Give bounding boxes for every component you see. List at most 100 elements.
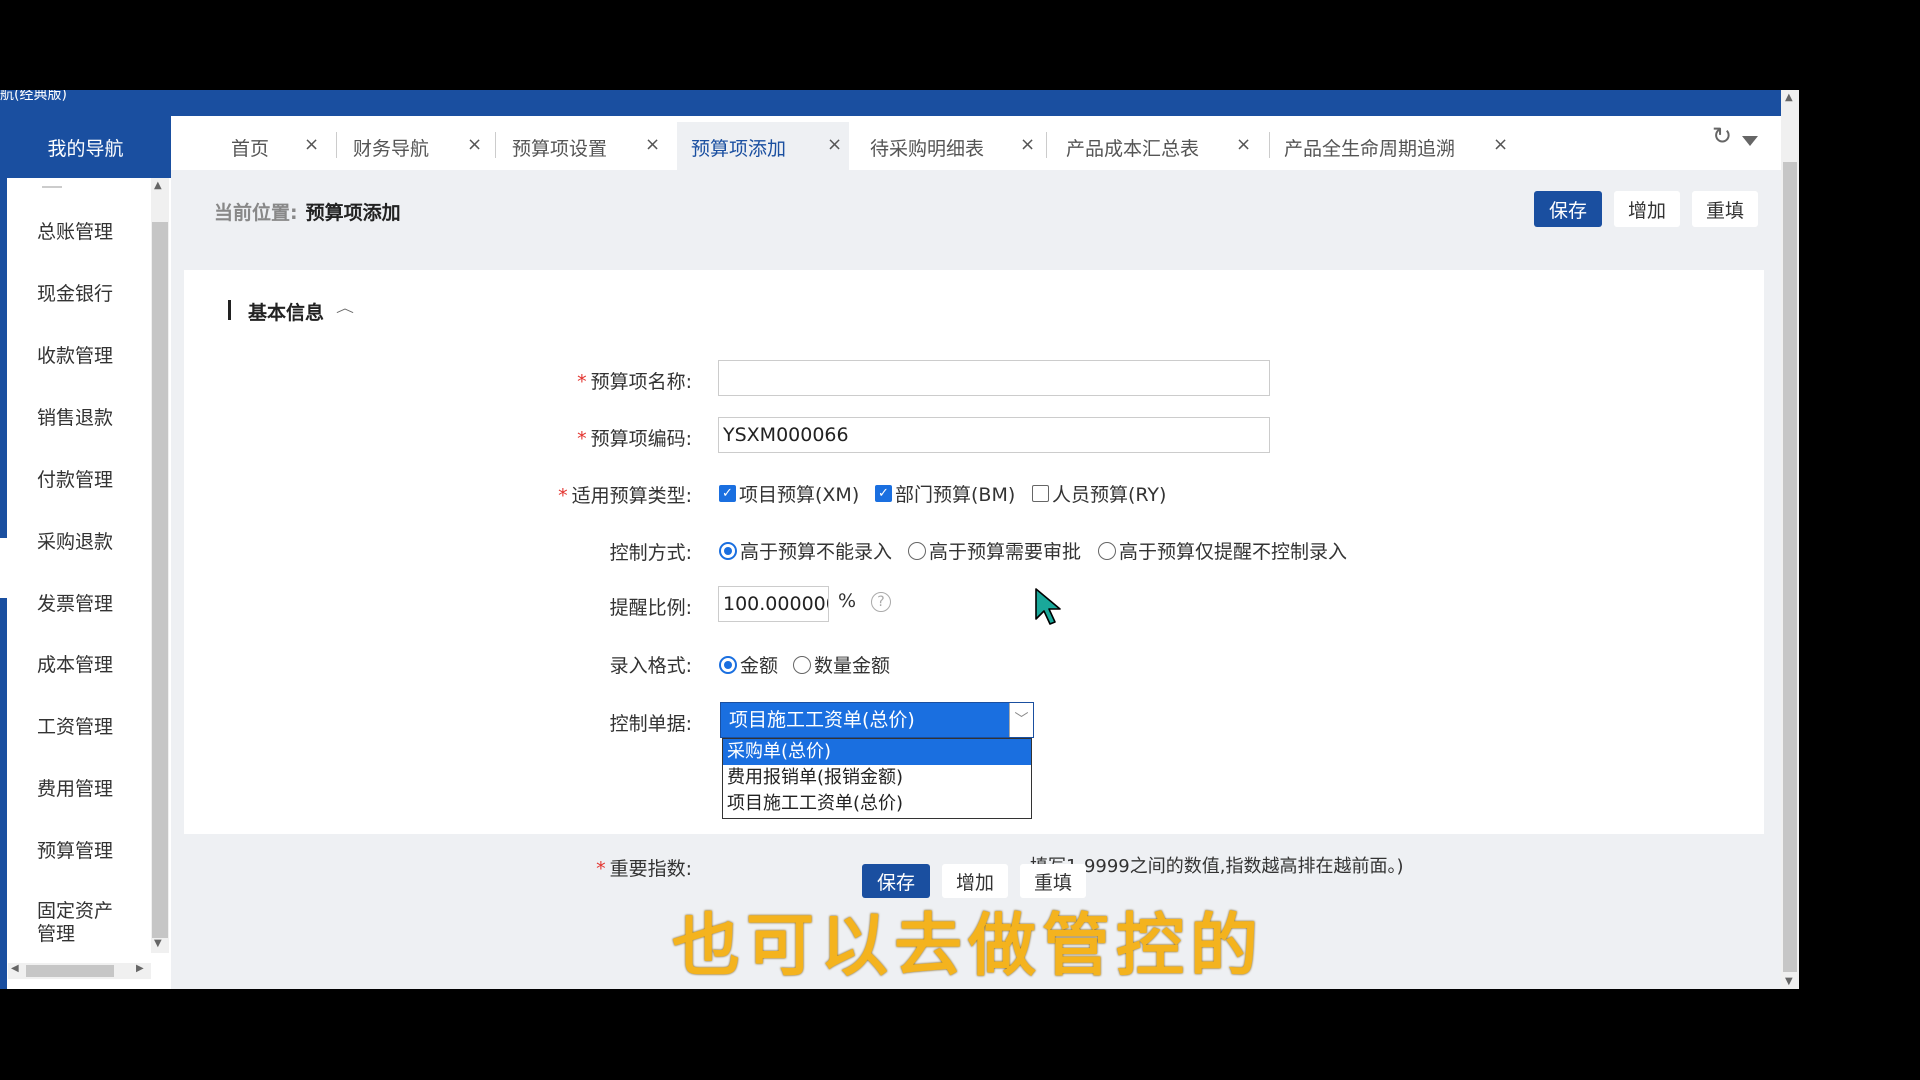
control-doc-dropdown-list: 采购单(总价) 费用报销单(报销金额) 项目施工工资单(总价) bbox=[722, 738, 1032, 819]
radio-selected-icon[interactable] bbox=[719, 655, 737, 674]
sidebar-item-sales-refund[interactable]: 销售退款 bbox=[37, 407, 147, 430]
tab-label: 首页 bbox=[231, 138, 270, 160]
field-label-text: 适用预算类型: bbox=[571, 485, 692, 507]
close-icon[interactable]: × bbox=[304, 134, 319, 155]
option-label: 高于预算需要审批 bbox=[929, 541, 1082, 563]
refresh-icon[interactable]: ↻ bbox=[1712, 122, 1732, 150]
checkbox-unchecked-icon[interactable] bbox=[1032, 485, 1049, 502]
scroll-right-icon[interactable]: ▶ bbox=[136, 963, 144, 974]
section-title: 基本信息 bbox=[248, 302, 325, 324]
sidebar-item-budget[interactable]: 预算管理 bbox=[37, 840, 147, 863]
sidebar-item-payroll[interactable]: 工资管理 bbox=[37, 716, 147, 739]
tab-home[interactable]: 首页 × bbox=[171, 122, 326, 170]
dropdown-option-expense[interactable]: 费用报销单(报销金额) bbox=[723, 765, 1031, 791]
breadcrumb-label: 当前位置: bbox=[214, 202, 298, 224]
option-label: 部门预算(BM) bbox=[895, 484, 1016, 506]
field-label-name: * 预算项名称: bbox=[432, 367, 692, 394]
checkbox-checked-icon[interactable]: ✓ bbox=[875, 485, 892, 502]
checkbox-project-budget[interactable]: ✓ 项目预算(XM) bbox=[719, 480, 859, 507]
remind-ratio-input[interactable]: 100.000000 bbox=[718, 586, 829, 622]
close-icon[interactable]: × bbox=[1020, 134, 1035, 155]
caret-down-icon[interactable] bbox=[1742, 136, 1758, 146]
checkbox-department-budget[interactable]: ✓ 部门预算(BM) bbox=[875, 480, 1015, 507]
importance-hint: 填写1-9999之间的数值,指数越高排在越前面。) bbox=[1030, 856, 1404, 877]
sidebar-item-invoices[interactable]: 发票管理 bbox=[37, 593, 147, 616]
close-icon[interactable]: × bbox=[827, 134, 842, 155]
required-marker: * bbox=[577, 371, 587, 393]
sidebar-item-cost[interactable]: 成本管理 bbox=[37, 654, 147, 677]
radio-format-qty-amount[interactable]: 数量金额 bbox=[793, 651, 890, 678]
tab-product-lifecycle[interactable]: 产品全生命周期追溯 × bbox=[1270, 122, 1510, 170]
required-marker: * bbox=[577, 428, 587, 450]
option-label: 项目预算(XM) bbox=[739, 484, 860, 506]
sidebar-item-cash-bank[interactable]: 现金银行 bbox=[37, 283, 147, 306]
sidebar-item-ledger[interactable]: 总账管理 bbox=[37, 221, 147, 244]
scroll-up-icon[interactable]: ▲ bbox=[1785, 92, 1793, 103]
tab-pending-purchase[interactable]: 待采购明细表 × bbox=[857, 122, 1037, 170]
tab-label: 财务导航 bbox=[353, 138, 430, 160]
dropdown-option-purchase[interactable]: 采购单(总价) bbox=[723, 739, 1031, 765]
field-label-text: 录入格式: bbox=[609, 655, 692, 677]
field-label-importance: * 重要指数: bbox=[432, 854, 692, 881]
checkbox-personnel-budget[interactable]: 人员预算(RY) bbox=[1032, 480, 1166, 507]
budget-code-input[interactable]: YSXM000066 bbox=[718, 417, 1270, 453]
sidebar-item-fixed-assets[interactable]: 固定资产管理 bbox=[37, 900, 127, 946]
radio-unselected-icon[interactable] bbox=[908, 541, 926, 560]
option-label: 人员预算(RY) bbox=[1052, 484, 1167, 506]
sidebar-hscroll-thumb[interactable] bbox=[26, 965, 114, 977]
sidebar-item-purchase-refund[interactable]: 采购退款 bbox=[37, 531, 147, 554]
select-value: 项目施工工资单(总价) bbox=[729, 709, 915, 731]
sidebar-vertical-scrollbar[interactable]: ▲ ▼ bbox=[151, 178, 169, 953]
scroll-down-icon[interactable]: ▼ bbox=[1785, 976, 1793, 987]
close-icon[interactable]: × bbox=[1493, 134, 1508, 155]
add-button[interactable]: 增加 bbox=[1614, 191, 1680, 227]
control-doc-select[interactable]: 项目施工工资单(总价) ﹀ bbox=[720, 702, 1034, 738]
tab-label: 待采购明细表 bbox=[870, 138, 985, 160]
checkbox-checked-icon[interactable]: ✓ bbox=[719, 485, 736, 502]
page-scroll-thumb[interactable] bbox=[1783, 162, 1797, 972]
reset-button[interactable]: 重填 bbox=[1692, 191, 1758, 227]
budget-name-input[interactable] bbox=[718, 360, 1270, 396]
tab-label: 预算项设置 bbox=[512, 138, 608, 160]
nav-header[interactable]: 我的导航 bbox=[0, 116, 171, 178]
help-icon[interactable]: ? bbox=[871, 592, 891, 612]
sidebar-scroll-thumb[interactable] bbox=[152, 222, 168, 938]
dropdown-option-payroll[interactable]: 项目施工工资单(总价) bbox=[723, 791, 1031, 817]
radio-remind-only[interactable]: 高于预算仅提醒不控制录入 bbox=[1098, 537, 1347, 564]
sidebar-item-payments[interactable]: 付款管理 bbox=[37, 469, 147, 492]
mouse-pointer-icon bbox=[1035, 588, 1061, 625]
scroll-down-icon[interactable]: ▼ bbox=[154, 938, 162, 949]
radio-approval-over-budget[interactable]: 高于预算需要审批 bbox=[908, 537, 1081, 564]
tab-finance-nav[interactable]: 财务导航 × bbox=[337, 122, 497, 170]
field-label-control-doc: 控制单据: bbox=[432, 709, 692, 736]
close-icon[interactable]: × bbox=[645, 134, 660, 155]
tab-budget-add[interactable]: 预算项添加 × bbox=[677, 122, 849, 170]
close-icon[interactable]: × bbox=[467, 134, 482, 155]
save-button[interactable]: 保存 bbox=[1534, 191, 1602, 227]
breadcrumb-current: 预算项添加 bbox=[305, 202, 401, 224]
sidebar-item-receipts[interactable]: 收款管理 bbox=[37, 345, 147, 368]
section-marker bbox=[228, 300, 231, 320]
chevron-down-icon[interactable]: ﹀ bbox=[1009, 703, 1033, 737]
field-label-input-format: 录入格式: bbox=[432, 651, 692, 678]
required-marker: * bbox=[596, 858, 606, 880]
tab-label: 产品成本汇总表 bbox=[1066, 138, 1200, 160]
radio-format-amount[interactable]: 金额 bbox=[719, 651, 778, 678]
tab-budget-settings[interactable]: 预算项设置 × bbox=[496, 122, 668, 170]
radio-unselected-icon[interactable] bbox=[1098, 541, 1116, 560]
field-label-code: * 预算项编码: bbox=[432, 424, 692, 451]
radio-selected-icon[interactable] bbox=[719, 541, 737, 560]
chevron-up-icon[interactable]: ︿ bbox=[336, 298, 354, 316]
sidebar-horizontal-scrollbar[interactable]: ◀ ▶ bbox=[8, 963, 151, 979]
page-vertical-scrollbar[interactable]: ▲ ▼ bbox=[1781, 90, 1799, 989]
sidebar-item-expenses[interactable]: 费用管理 bbox=[37, 778, 147, 801]
sidebar: 总账管理 现金银行 收款管理 销售退款 付款管理 采购退款 发票管理 成本管理 … bbox=[0, 178, 171, 989]
scroll-left-icon[interactable]: ◀ bbox=[11, 963, 19, 974]
scroll-up-icon[interactable]: ▲ bbox=[154, 180, 162, 191]
close-icon[interactable]: × bbox=[1236, 134, 1251, 155]
field-label-text: 预算项编码: bbox=[590, 428, 692, 450]
tab-product-cost-summary[interactable]: 产品成本汇总表 × bbox=[1047, 122, 1251, 170]
radio-unselected-icon[interactable] bbox=[793, 655, 811, 674]
window-title-strip: 航(经典版) bbox=[0, 90, 1781, 116]
radio-block-over-budget[interactable]: 高于预算不能录入 bbox=[719, 537, 892, 564]
